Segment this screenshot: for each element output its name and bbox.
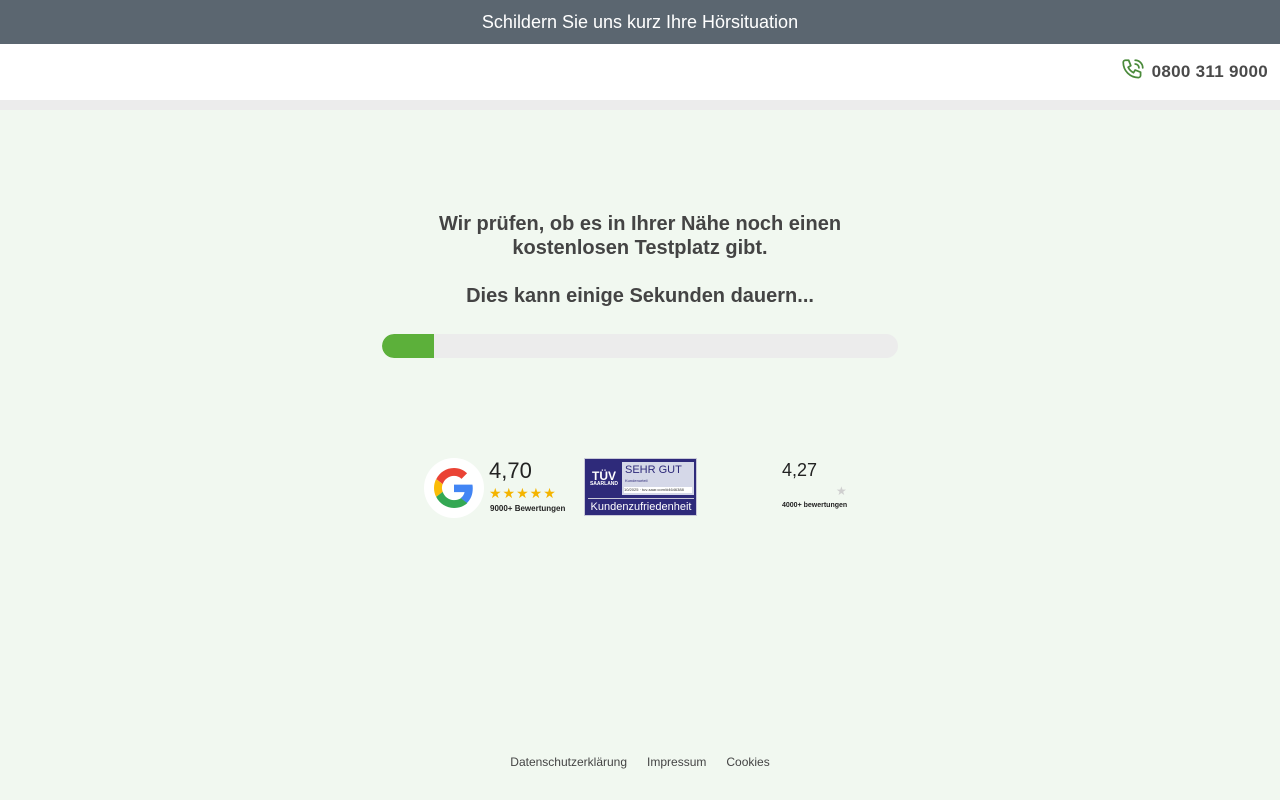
star-icon: ★ [836, 484, 847, 498]
google-score: 4,70 [489, 458, 532, 483]
google-review-count: 9000+ Bewertungen [490, 504, 566, 513]
loading-message: Wir prüfen, ob es in Ihrer Nähe noch ein… [380, 212, 900, 308]
loading-subheading: Dies kann einige Sekunden dauern... [466, 285, 814, 307]
tuv-url: 10/2025 · tuv-saar.com/#4646388 [624, 487, 692, 493]
footer-link-cookies[interactable]: Cookies [726, 755, 769, 769]
footer: Datenschutzerklärung Impressum Cookies [0, 755, 1280, 769]
tuv-grade: SEHR GUT [625, 464, 682, 476]
phone-icon [1120, 57, 1146, 88]
progress-fill [382, 334, 434, 358]
rating-review-count: 4000+ bewertungen [782, 502, 848, 509]
tuv-label: Kundenurteil [625, 478, 648, 483]
phone-link[interactable]: 0800 311 9000 [1120, 58, 1268, 86]
tuv-logo: TÜV SAARLAND [588, 462, 620, 494]
banner-title: Schildern Sie uns kurz Ihre Hörsituation [481, 11, 799, 32]
trust-badges: 4,70 ★★★★★ 9000+ Bewertungen TÜV SAARLAN… [0, 456, 1280, 520]
tuv-panel: SEHR GUT Kundenurteil 10/2025 · tuv-saar… [622, 462, 694, 495]
progress-bar [382, 334, 898, 358]
google-icon [424, 458, 484, 518]
rating-score: 4,27 [782, 460, 818, 480]
footer-link-privacy[interactable]: Datenschutzerklärung [510, 755, 627, 769]
top-banner: Schildern Sie uns kurz Ihre Hörsituation [0, 0, 1280, 44]
google-stars: ★★★★★ [489, 485, 557, 501]
tuv-seal: TÜV SAARLAND SEHR GUT Kundenurteil 10/20… [584, 458, 697, 516]
footer-link-imprint[interactable]: Impressum [647, 755, 706, 769]
phone-number: 0800 311 9000 [1151, 62, 1268, 81]
header-divider [0, 100, 1280, 110]
site-header: 0800 311 9000 [0, 44, 1280, 100]
tuv-caption: Kundenzufriedenheit [588, 498, 694, 515]
loading-heading: Wir prüfen, ob es in Ihrer Nähe noch ein… [438, 213, 842, 259]
